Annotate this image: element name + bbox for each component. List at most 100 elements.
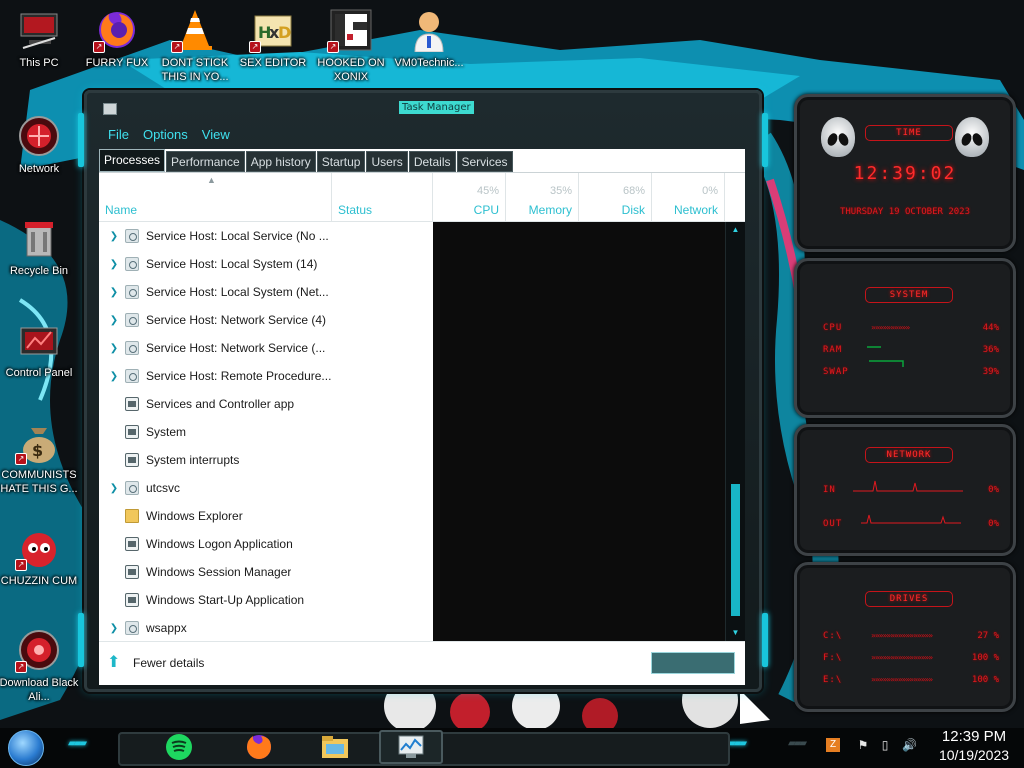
time-gadget[interactable]: TIME 12:39:02 THURSDAY 19 OCTOBER 2023	[794, 94, 1016, 252]
alien-head-icon	[955, 117, 989, 157]
column-header-label: Disk	[621, 203, 645, 217]
tab-processes[interactable]: Processes	[99, 149, 166, 172]
process-row[interactable]: Windows Explorer	[99, 502, 433, 530]
taskbar-clock-date[interactable]: 10/19/2023	[930, 747, 1018, 763]
scroll-up-arrow-icon[interactable]: ▲	[730, 226, 741, 234]
desktop-icon-this-pc[interactable]: This PC	[0, 8, 80, 70]
network-in-graph	[853, 480, 963, 492]
network-globe-icon	[17, 114, 61, 158]
process-row[interactable]: ❯ Service Host: Remote Procedure...	[99, 362, 433, 390]
desktop-icon-control-panel[interactable]: Control Panel	[0, 318, 80, 380]
xonix-game-icon: ↗	[327, 8, 373, 53]
app-tray-icon[interactable]: Z	[826, 738, 840, 752]
expand-chevron-icon[interactable]: ❯	[105, 343, 123, 354]
desktop-icon-network[interactable]: Network	[0, 114, 80, 176]
process-row[interactable]: ❯ utcsvc	[99, 474, 433, 502]
network-icon[interactable]: ▯	[878, 738, 892, 752]
volume-icon[interactable]: 🔊	[902, 738, 917, 752]
desktop-icon-label: VM0Technic...	[394, 57, 464, 69]
process-row[interactable]: System	[99, 418, 433, 446]
desktop-icon-hooked-on-xonix[interactable]: ↗ HOOKED ON XONIX	[310, 8, 392, 84]
desktop-icon-recycle-bin[interactable]: Recycle Bin	[0, 216, 80, 278]
column-header-status[interactable]: Status	[332, 173, 433, 222]
taskbar-clock-time[interactable]: 12:39 PM	[930, 728, 1018, 745]
menu-view[interactable]: View	[195, 123, 237, 147]
column-header-disk[interactable]: 68% Disk	[579, 173, 652, 222]
network-gadget[interactable]: NETWORK IN 0% OUT 0%	[794, 424, 1016, 556]
shortcut-arrow-icon: ↗	[15, 559, 27, 571]
scrollbar-thumb[interactable]	[731, 484, 740, 616]
network-out-graph	[861, 514, 961, 524]
process-row[interactable]: ❯ wsappx	[99, 614, 433, 641]
gear-icon	[125, 229, 139, 243]
network-out-label: OUT	[823, 519, 843, 529]
chevron-up-icon[interactable]: ⬆	[107, 655, 123, 671]
column-header-cpu[interactable]: 45% CPU	[433, 173, 506, 222]
process-row[interactable]: Services and Controller app	[99, 390, 433, 418]
tab-performance[interactable]: Performance	[166, 151, 245, 172]
start-button[interactable]	[8, 730, 44, 766]
menu-options[interactable]: Options	[136, 123, 195, 147]
scroll-down-arrow-icon[interactable]: ▼	[730, 629, 741, 637]
swap-value: 39%	[982, 367, 999, 377]
firefox-taskbar-icon[interactable]	[244, 732, 274, 760]
desktop-icon-download-black-alien[interactable]: ↗ Download Black Ali...	[0, 628, 80, 704]
resource-usage-columns	[433, 222, 725, 641]
column-header-network[interactable]: 0% Network	[652, 173, 725, 222]
desktop-icon-furry-fux[interactable]: ↗ FURRY FUX	[76, 8, 158, 70]
drives-gadget[interactable]: DRIVES C:\ »»»»»»»»»»»»»»»» 27 % F:\ »»»…	[794, 562, 1016, 712]
system-gadget[interactable]: SYSTEM CPU »»»»»»»»»» 44% RAM 36% SWAP 3…	[794, 258, 1016, 418]
end-task-button[interactable]	[651, 652, 735, 674]
window-icon	[125, 397, 139, 411]
desktop-icon-chuzzin-cum[interactable]: ↗ CHUZZIN CUM	[0, 526, 80, 588]
svg-text:D: D	[278, 23, 291, 42]
process-row[interactable]: ❯ Service Host: Network Service (...	[99, 334, 433, 362]
process-name: System interrupts	[146, 453, 240, 467]
drive-e-label: E:\	[823, 675, 843, 685]
memory-total-percent: 35%	[549, 185, 572, 197]
expand-chevron-icon[interactable]: ❯	[105, 287, 123, 298]
process-row[interactable]: Windows Session Manager	[99, 558, 433, 586]
desktop-icon-vm0technic[interactable]: VM0Technic...	[388, 8, 470, 70]
expand-chevron-icon[interactable]: ❯	[105, 371, 123, 382]
vertical-scrollbar[interactable]: ▲ ▼	[725, 222, 745, 641]
tab-users[interactable]: Users	[366, 151, 408, 172]
expand-chevron-icon[interactable]: ❯	[105, 259, 123, 270]
tab-app-history[interactable]: App history	[245, 151, 316, 172]
spotify-icon[interactable]	[164, 732, 194, 760]
drive-f-label: F:\	[823, 653, 843, 663]
expand-chevron-icon[interactable]: ❯	[105, 483, 123, 494]
menu-file[interactable]: File	[101, 123, 136, 147]
task-manager-window[interactable]: Task Manager File Options View Processes…	[78, 90, 768, 692]
expand-chevron-icon[interactable]: ❯	[105, 623, 123, 634]
column-header-memory[interactable]: 35% Memory	[506, 173, 579, 222]
process-row[interactable]: ❯ Service Host: Network Service (4)	[99, 306, 433, 334]
flag-icon[interactable]: ⚑	[856, 738, 870, 752]
process-row[interactable]: Windows Start-Up Application	[99, 586, 433, 614]
process-name: utcsvc	[146, 481, 181, 495]
expand-chevron-icon[interactable]: ❯	[105, 315, 123, 326]
cpu-value: 44%	[982, 323, 999, 333]
task-manager-taskbar-icon[interactable]	[396, 732, 426, 760]
column-header-name[interactable]: Name	[99, 173, 332, 222]
title-bar[interactable]: Task Manager	[99, 97, 749, 121]
tab-services[interactable]: Services	[456, 151, 513, 172]
network-total-percent: 0%	[702, 185, 718, 197]
desktop-icon-communists[interactable]: $ ↗ COMMUNISTS HATE THIS G...	[0, 420, 80, 496]
process-row[interactable]: ❯ Service Host: Local Service (No ...	[99, 222, 433, 250]
desktop-icon-dont-stick[interactable]: ↗ DONT STICK THIS IN YO...	[154, 8, 236, 84]
desktop-icon-label: SEX EDITOR	[239, 57, 307, 69]
process-name: wsappx	[146, 621, 187, 635]
process-name: System	[146, 425, 187, 439]
tab-startup[interactable]: Startup	[316, 151, 366, 172]
fewer-details-link[interactable]: Fewer details	[133, 656, 204, 670]
process-row[interactable]: System interrupts	[99, 446, 433, 474]
file-explorer-icon[interactable]	[320, 732, 350, 760]
process-row[interactable]: ❯ Service Host: Local System (14)	[99, 250, 433, 278]
process-row[interactable]: Windows Logon Application	[99, 530, 433, 558]
tab-details[interactable]: Details	[408, 151, 456, 172]
process-row[interactable]: ❯ Service Host: Local System (Net...	[99, 278, 433, 306]
shortcut-arrow-icon: ↗	[249, 41, 261, 53]
desktop-icon-sex-editor[interactable]: HxD ↗ SEX EDITOR	[232, 8, 314, 70]
expand-chevron-icon[interactable]: ❯	[105, 231, 123, 242]
